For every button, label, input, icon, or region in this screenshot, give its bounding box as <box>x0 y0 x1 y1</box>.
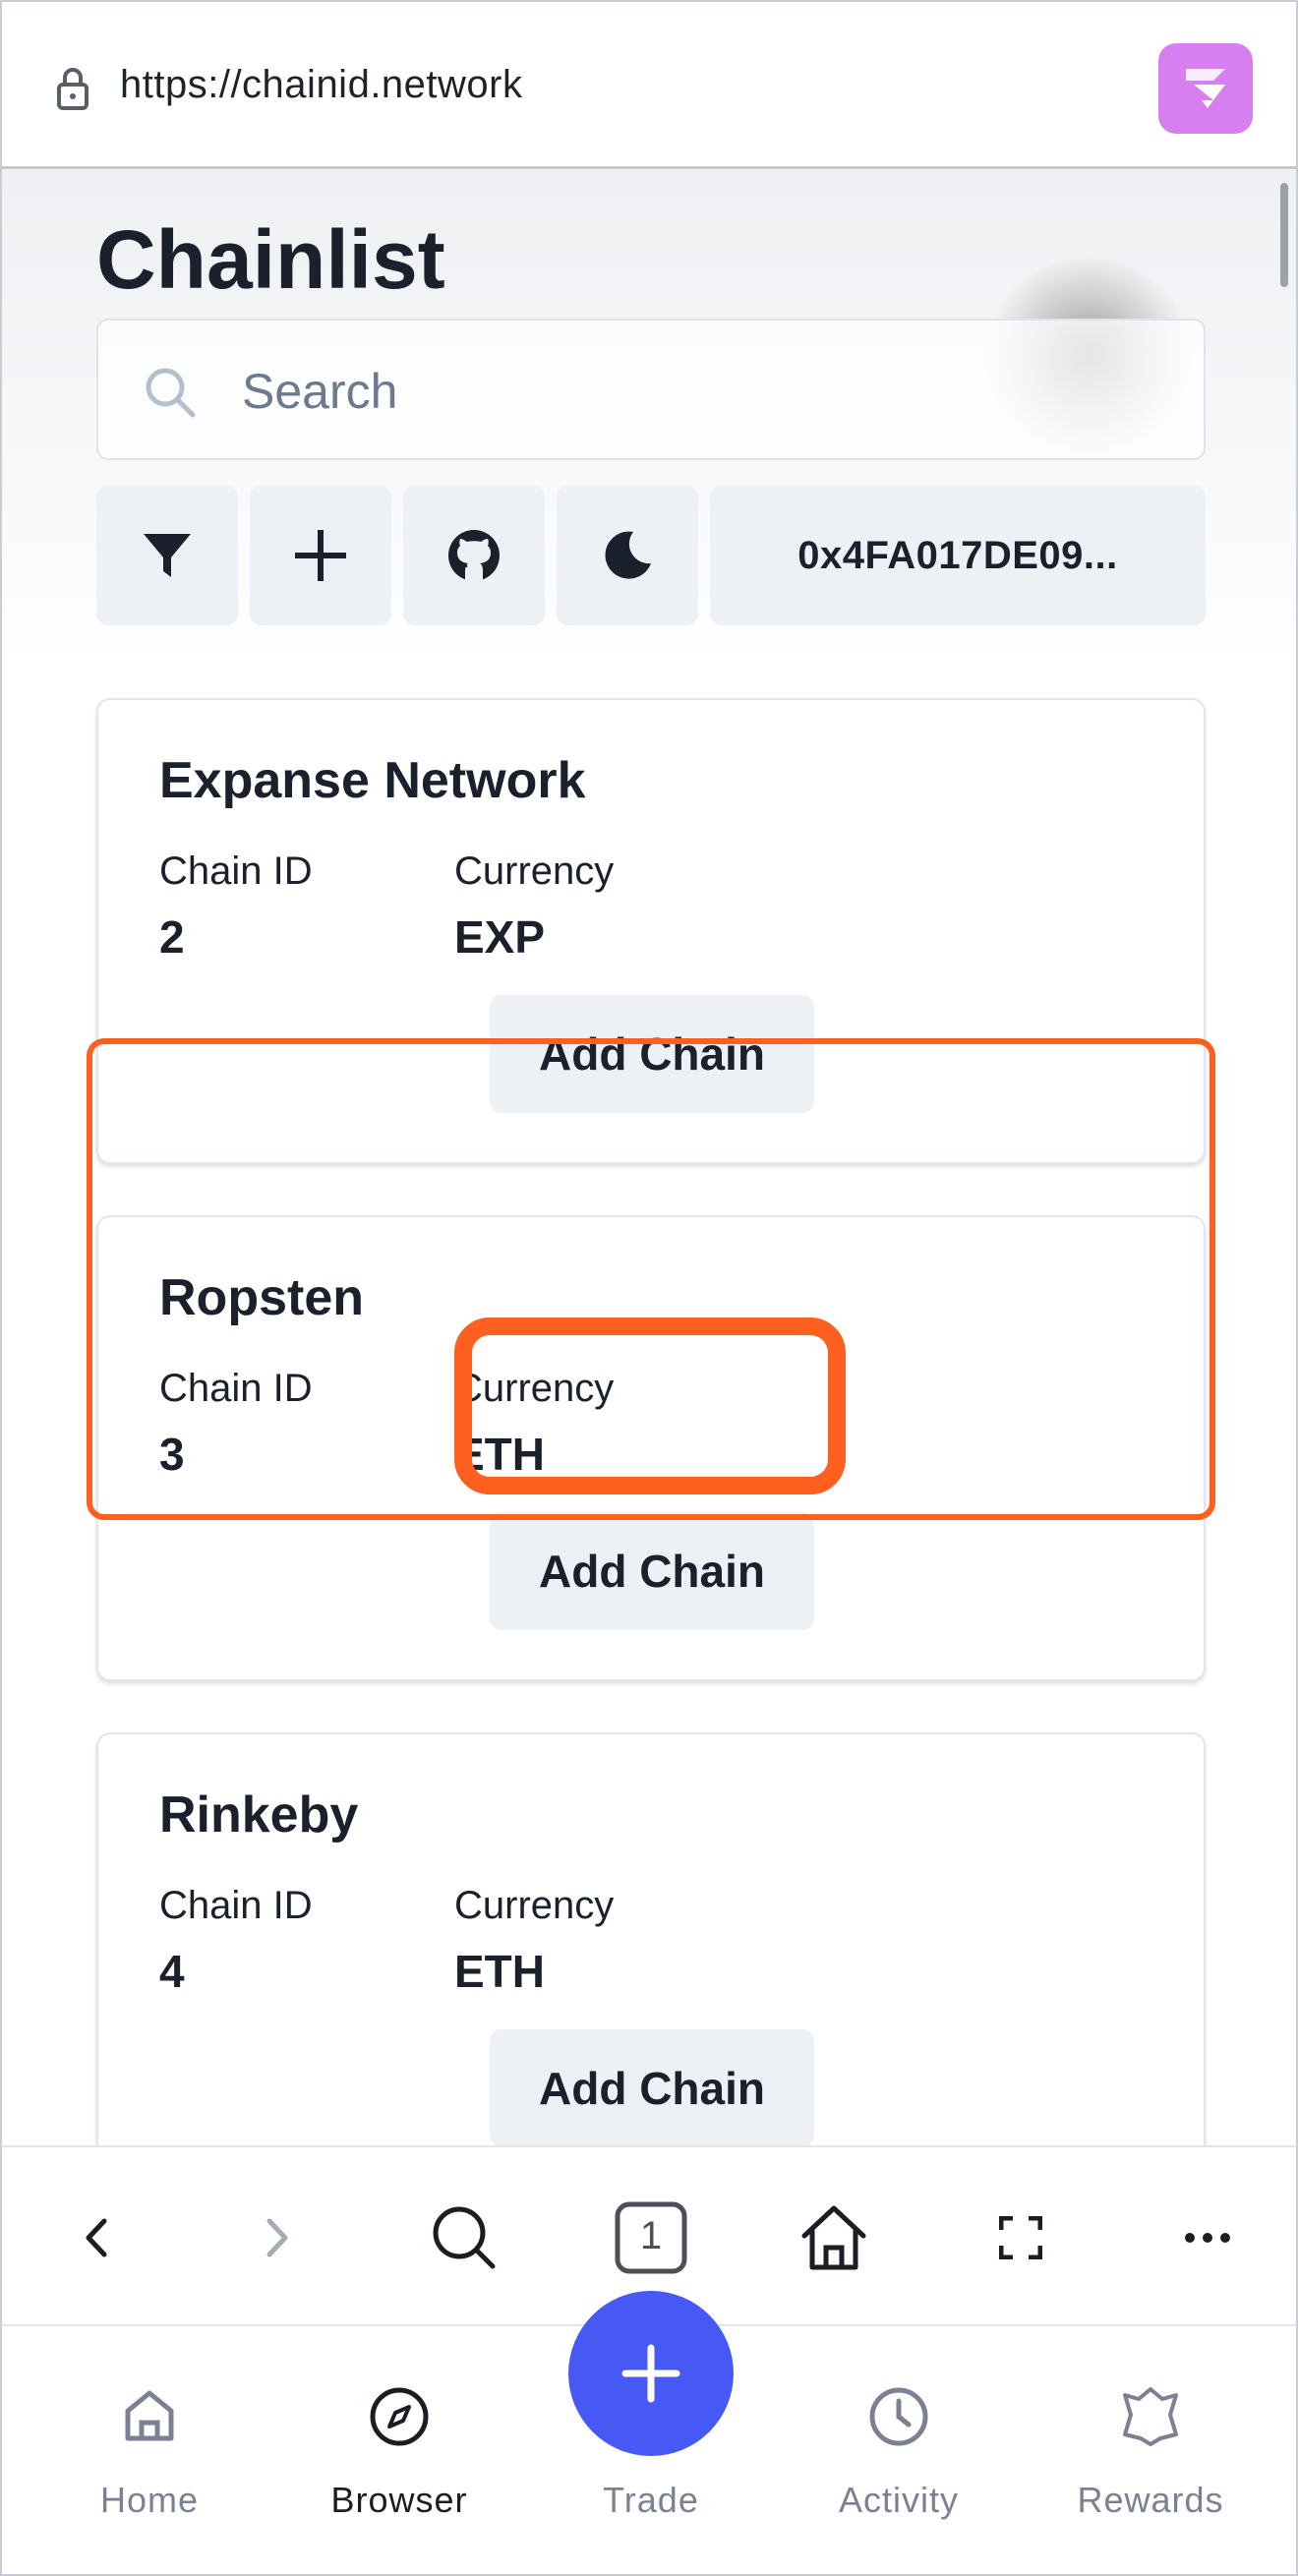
tabs-button[interactable]: 1 <box>612 2195 690 2281</box>
tab-rewards[interactable]: Rewards <box>1042 2385 1259 2533</box>
rewards-icon <box>1123 2387 1178 2446</box>
currency-value: EXP <box>454 911 546 963</box>
url-text[interactable]: https://chainid.network <box>120 63 523 107</box>
wallet-address-button[interactable]: 0x4FA017DE09... <box>710 486 1206 625</box>
more-button[interactable] <box>1168 2195 1247 2281</box>
github-icon <box>448 530 500 581</box>
moon-icon <box>605 531 651 579</box>
search-icon <box>433 2206 496 2269</box>
forward-icon <box>266 2218 288 2257</box>
tab-label: Browser <box>330 2480 468 2520</box>
fullscreen-button[interactable] <box>981 2195 1060 2281</box>
plus-icon <box>295 530 346 581</box>
chain-name: Expanse Network <box>159 752 586 809</box>
chain-name: Rinkeby <box>159 1786 359 1844</box>
tab-label: Home <box>99 2480 200 2520</box>
tab-count: 1 <box>639 2214 663 2257</box>
tab-label: Rewards <box>1077 2480 1224 2520</box>
back-icon <box>86 2218 107 2257</box>
home-button[interactable] <box>795 2195 873 2281</box>
fullscreen-icon <box>999 2216 1042 2259</box>
page-title: Chainlist <box>96 213 445 306</box>
search-button[interactable] <box>425 2195 503 2281</box>
chain-id-label: Chain ID <box>159 1884 313 1927</box>
download-arrow-icon <box>1186 69 1225 108</box>
chain-id-value: 2 <box>159 911 185 963</box>
tab-home[interactable]: Home <box>41 2385 258 2533</box>
currency-value: ETH <box>454 1946 545 1997</box>
url-bar[interactable]: https://chainid.network <box>2 2 1296 169</box>
currency-label: Currency <box>454 849 615 893</box>
back-button[interactable] <box>57 2195 136 2281</box>
chain-id-label: Chain ID <box>159 849 313 893</box>
chain-card: Rinkeby Chain ID Currency 4 ETH Add Chai… <box>96 1732 1206 2145</box>
home-icon <box>801 2205 866 2270</box>
lock-icon <box>57 68 88 110</box>
plus-icon <box>621 2344 680 2403</box>
add-chain-button[interactable]: Add Chain <box>490 1512 814 1630</box>
tab-label: Trade <box>603 2480 699 2520</box>
tab-activity[interactable]: Activity <box>791 2385 1007 2533</box>
chain-id-value: 4 <box>159 1946 185 1997</box>
clock-icon <box>869 2387 928 2446</box>
highlight-button-outline <box>454 1317 846 1494</box>
filter-icon <box>144 534 191 577</box>
more-icon <box>1185 2233 1230 2243</box>
currency-label: Currency <box>454 1884 615 1927</box>
add-network-button[interactable] <box>250 486 391 625</box>
home-icon <box>125 2390 174 2441</box>
add-chain-button[interactable]: Add Chain <box>490 2029 814 2145</box>
filter-button[interactable] <box>96 486 238 625</box>
tab-browser[interactable]: Browser <box>291 2385 507 2533</box>
github-button[interactable] <box>403 486 545 625</box>
wallet-app-icon[interactable] <box>1158 43 1253 134</box>
forward-button[interactable] <box>238 2195 317 2281</box>
scrollbar[interactable] <box>1280 183 1288 287</box>
trade-fab-button[interactable] <box>568 2291 734 2456</box>
compass-icon <box>370 2387 429 2446</box>
search-input[interactable] <box>242 360 930 423</box>
search-box[interactable] <box>96 319 1206 460</box>
tab-label: Activity <box>838 2480 959 2520</box>
theme-toggle-button[interactable] <box>557 486 698 625</box>
app-frame: https://chainid.network Chainlist Search… <box>0 0 1298 2576</box>
search-icon <box>146 368 196 418</box>
